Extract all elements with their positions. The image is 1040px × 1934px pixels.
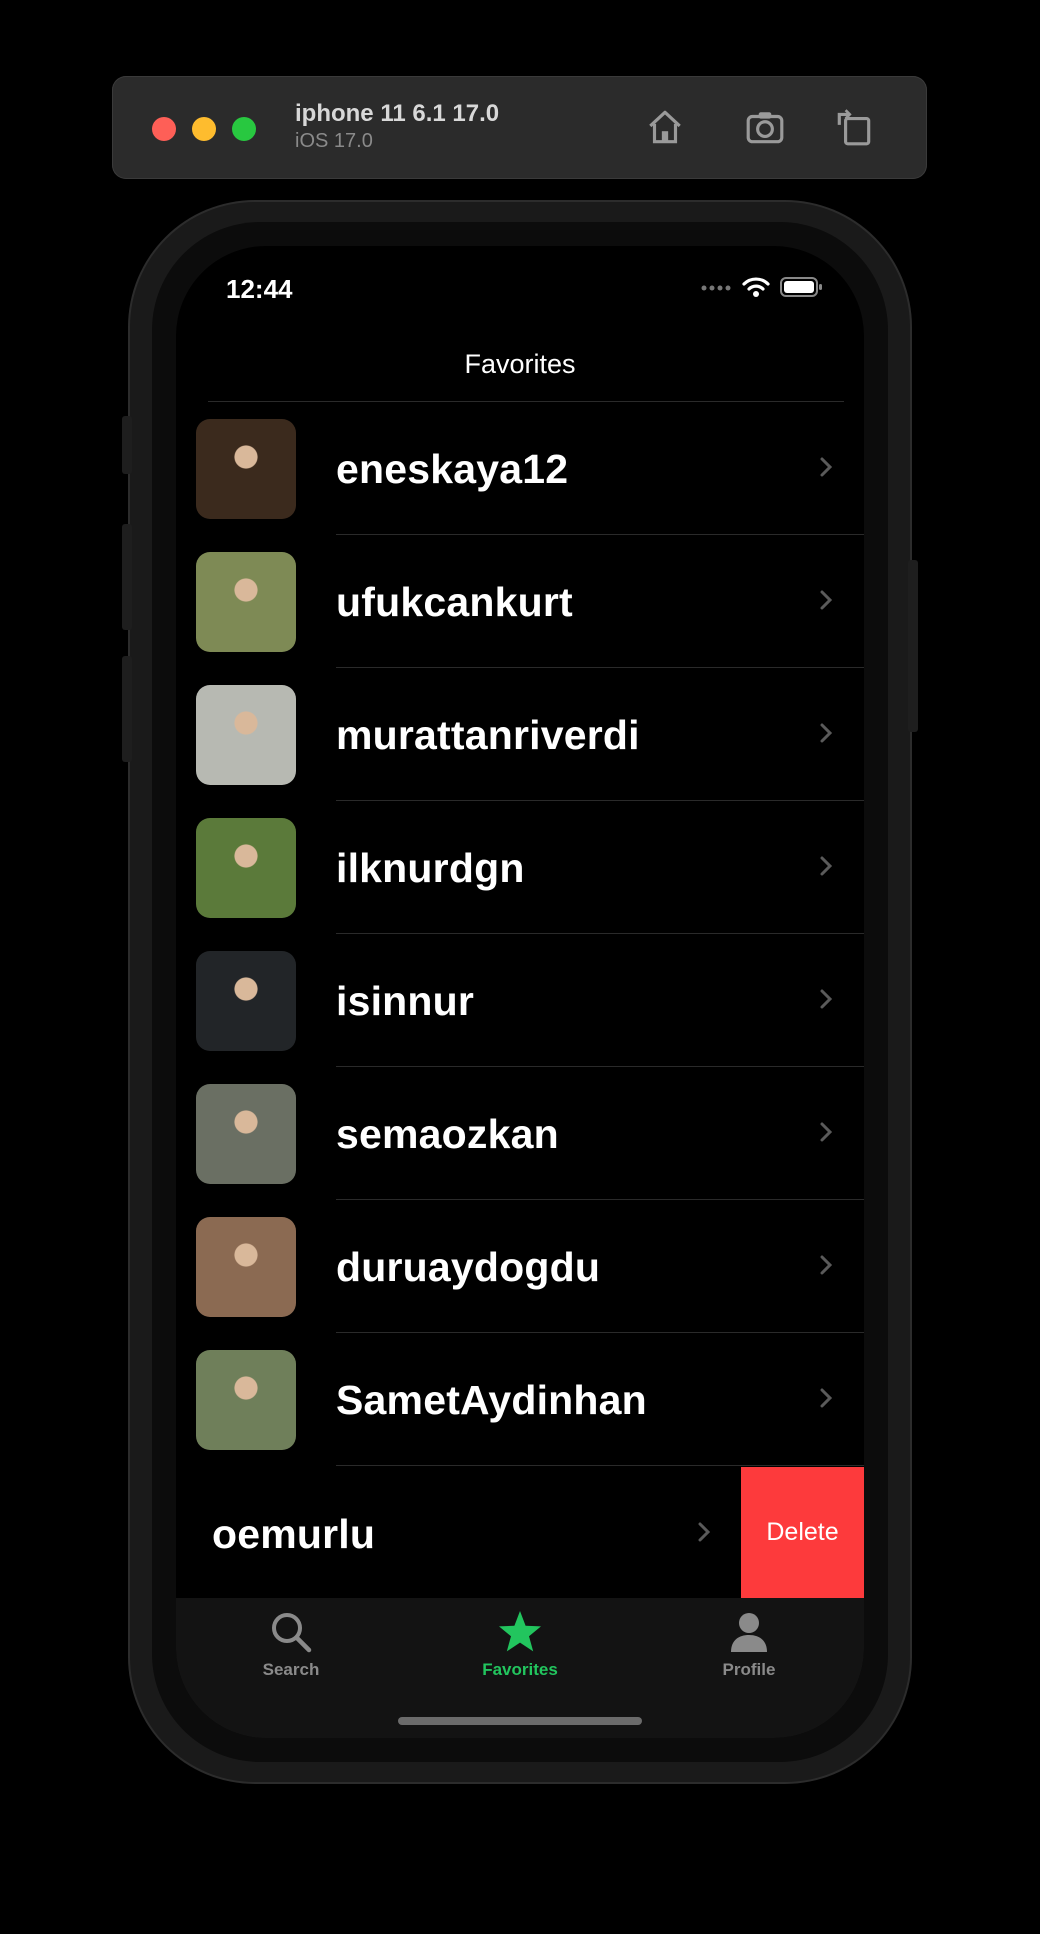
chevron-right-icon	[820, 723, 833, 743]
avatar	[196, 1084, 296, 1184]
person-icon	[731, 1613, 767, 1652]
tab-label: Search	[262, 1660, 320, 1679]
zoom-window-button[interactable]	[232, 117, 256, 141]
username: isinnur	[336, 978, 475, 1024]
home-icon	[649, 110, 681, 144]
search-icon	[272, 1613, 312, 1653]
chevron-right-icon	[820, 856, 833, 876]
favorite-row[interactable]: eneskaya12	[176, 402, 864, 535]
mute-switch	[122, 416, 132, 474]
username: semaozkan	[336, 1111, 559, 1157]
avatar	[196, 818, 296, 918]
delete-button[interactable]: Delete	[741, 1467, 864, 1598]
volume-down-button	[122, 656, 132, 762]
phone-screen: 12:44 Favorites eneskaya12 ufukcankurt m…	[176, 246, 864, 1738]
avatar	[196, 1350, 296, 1450]
rotate-icon	[837, 109, 871, 146]
username: SametAydinhan	[336, 1377, 647, 1423]
screenshot-icon	[746, 112, 784, 144]
favorite-row[interactable]: SametAydinhan	[176, 1333, 864, 1466]
tab-search[interactable]: Search	[221, 1608, 361, 1680]
username: ilknurdgn	[336, 845, 525, 891]
chevron-right-icon	[698, 1522, 711, 1542]
chevron-right-icon	[820, 590, 833, 610]
status-time: 12:44	[226, 274, 293, 304]
minimize-window-button[interactable]	[192, 117, 216, 141]
username: ufukcankurt	[336, 579, 573, 625]
favorite-row-swiped[interactable]: oemurlu Delete	[176, 1467, 864, 1598]
os-version: iOS 17.0	[295, 130, 373, 152]
avatar	[196, 951, 296, 1051]
page-title: Favorites	[464, 349, 576, 379]
favorite-row[interactable]: ufukcankurt	[176, 535, 864, 668]
row-divider	[336, 1465, 864, 1466]
favorite-row[interactable]: murattanriverdi	[176, 668, 864, 801]
favorite-row[interactable]: semaozkan	[176, 1067, 864, 1200]
avatar	[196, 1217, 296, 1317]
tab-favorites[interactable]: Favorites	[450, 1608, 590, 1680]
chevron-right-icon	[820, 457, 833, 477]
favorite-row[interactable]: isinnur	[176, 934, 864, 1067]
chevron-right-icon	[820, 989, 833, 1009]
tab-label: Profile	[722, 1660, 776, 1679]
chevron-right-icon	[820, 1122, 833, 1142]
simulator-toolbar: iphone 11 6.1 17.0 iOS 17.0	[112, 76, 927, 179]
avatar	[196, 552, 296, 652]
username: oemurlu	[212, 1511, 376, 1557]
username: duruaydogdu	[336, 1244, 601, 1290]
status-icons	[700, 276, 824, 298]
rotate-button[interactable]	[829, 102, 879, 152]
home-button[interactable]	[640, 102, 690, 152]
power-button	[908, 560, 918, 732]
star-icon	[499, 1611, 541, 1652]
home-indicator[interactable]	[398, 1717, 642, 1725]
avatar	[196, 685, 296, 785]
username: murattanriverdi	[336, 712, 640, 758]
signal-icon	[701, 285, 731, 291]
battery-icon	[780, 277, 822, 297]
avatar	[196, 419, 296, 519]
device-name: iphone 11 6.1 17.0	[295, 100, 500, 127]
tab-label: Favorites	[482, 1660, 558, 1679]
favorite-row[interactable]: ilknurdgn	[176, 801, 864, 934]
chevron-right-icon	[820, 1255, 833, 1275]
chevron-right-icon	[820, 1388, 833, 1408]
volume-up-button	[122, 524, 132, 630]
username: eneskaya12	[336, 446, 569, 492]
favorite-row[interactable]: duruaydogdu	[176, 1200, 864, 1333]
screenshot-button[interactable]	[740, 102, 790, 152]
wifi-icon	[742, 277, 770, 297]
close-window-button[interactable]	[152, 117, 176, 141]
tab-profile[interactable]: Profile	[679, 1608, 819, 1680]
